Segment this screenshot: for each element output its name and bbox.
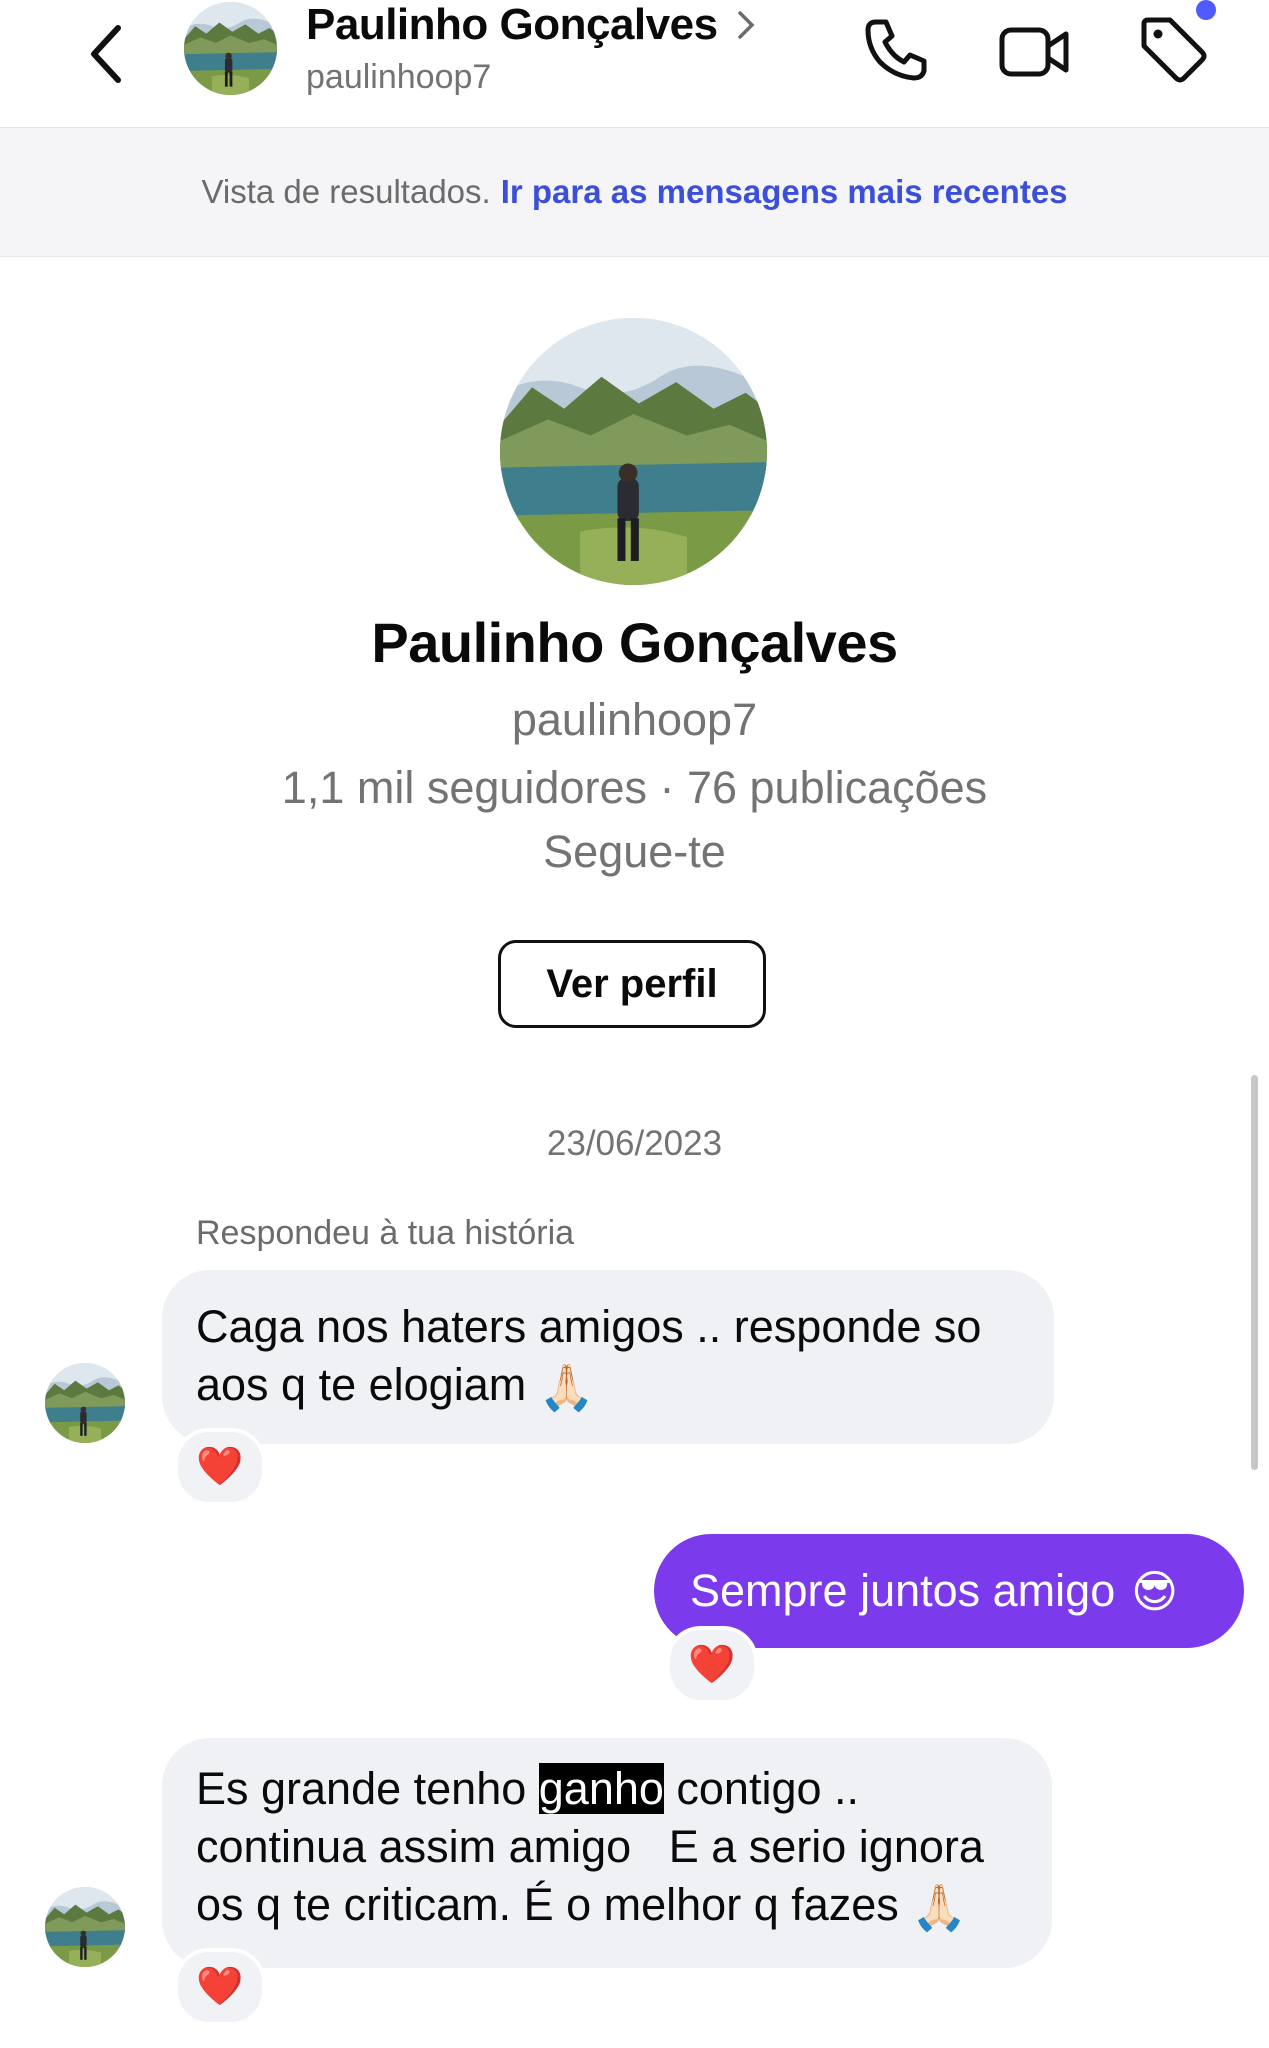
folded-hands-emoji: 🙏🏻: [538, 1362, 595, 1414]
incoming-message[interactable]: Caga nos haters amigos .. responde so ao…: [162, 1270, 1054, 1444]
phone-icon[interactable]: [856, 10, 936, 90]
sunglasses-emoji: 😎: [1131, 1565, 1179, 1617]
sender-avatar[interactable]: [45, 1363, 125, 1443]
contact-name[interactable]: Paulinho Gonçalves: [306, 0, 718, 50]
search-highlight: ganho: [538, 1763, 664, 1814]
message-line: Es grande tenho ganho contigo ..: [196, 1763, 860, 1814]
heart-icon: ❤️: [688, 1644, 736, 1686]
heart-reaction[interactable]: ❤️: [666, 1626, 758, 1704]
sender-avatar[interactable]: [45, 1887, 125, 1967]
heart-reaction[interactable]: ❤️: [174, 1428, 266, 1506]
chat-header: Paulinho Gonçalves paulinhoop7: [0, 0, 1269, 128]
date-separator: 23/06/2023: [546, 1124, 723, 1163]
profile-username: paulinhoop7: [511, 694, 758, 745]
search-results-banner: Vista de resultados. Ir para as mensagen…: [0, 128, 1269, 257]
incoming-message[interactable]: Es grande tenho ganho contigo .. continu…: [162, 1738, 1052, 1968]
heart-icon: ❤️: [196, 1966, 244, 2008]
header-avatar[interactable]: [184, 2, 277, 95]
message-line: aos q te elogiam 🙏🏻: [196, 1356, 1054, 1417]
message-line: os q te criticam. É o melhor q fazes 🙏🏻: [196, 1876, 1052, 1937]
message-line: continua assim amigo E a serio ignora: [196, 1821, 984, 1872]
back-chevron-icon[interactable]: [80, 10, 140, 90]
profile-stats: 1,1 mil seguidores · 76 publicações: [281, 762, 988, 813]
chevron-right-icon: [737, 11, 755, 39]
video-camera-icon[interactable]: [994, 10, 1074, 90]
message-text: Sempre juntos amigo: [690, 1565, 1116, 1616]
profile-avatar[interactable]: [500, 318, 767, 585]
banner-text: Vista de resultados.: [201, 173, 491, 210]
header-title[interactable]: Paulinho Gonçalves: [306, 0, 758, 50]
notification-dot: [1196, 0, 1216, 20]
heart-reaction[interactable]: ❤️: [174, 1948, 266, 2026]
story-reply-label: Respondeu à tua história: [196, 1214, 575, 1252]
heart-icon: ❤️: [196, 1446, 244, 1488]
tag-icon[interactable]: [1134, 10, 1214, 90]
view-profile-button[interactable]: Ver perfil: [498, 940, 766, 1028]
message-line: Caga nos haters amigos .. responde so: [196, 1301, 982, 1352]
profile-name: Paulinho Gonçalves: [371, 611, 898, 674]
folded-hands-emoji: 🙏🏻: [911, 1882, 968, 1934]
contact-username: paulinhoop7: [306, 58, 492, 96]
follow-status: Segue-te: [543, 826, 726, 877]
scrollbar[interactable]: [1251, 1075, 1258, 1470]
jump-to-recent-link[interactable]: Ir para as mensagens mais recentes: [501, 173, 1068, 211]
outgoing-message[interactable]: Sempre juntos amigo 😎: [654, 1534, 1244, 1648]
